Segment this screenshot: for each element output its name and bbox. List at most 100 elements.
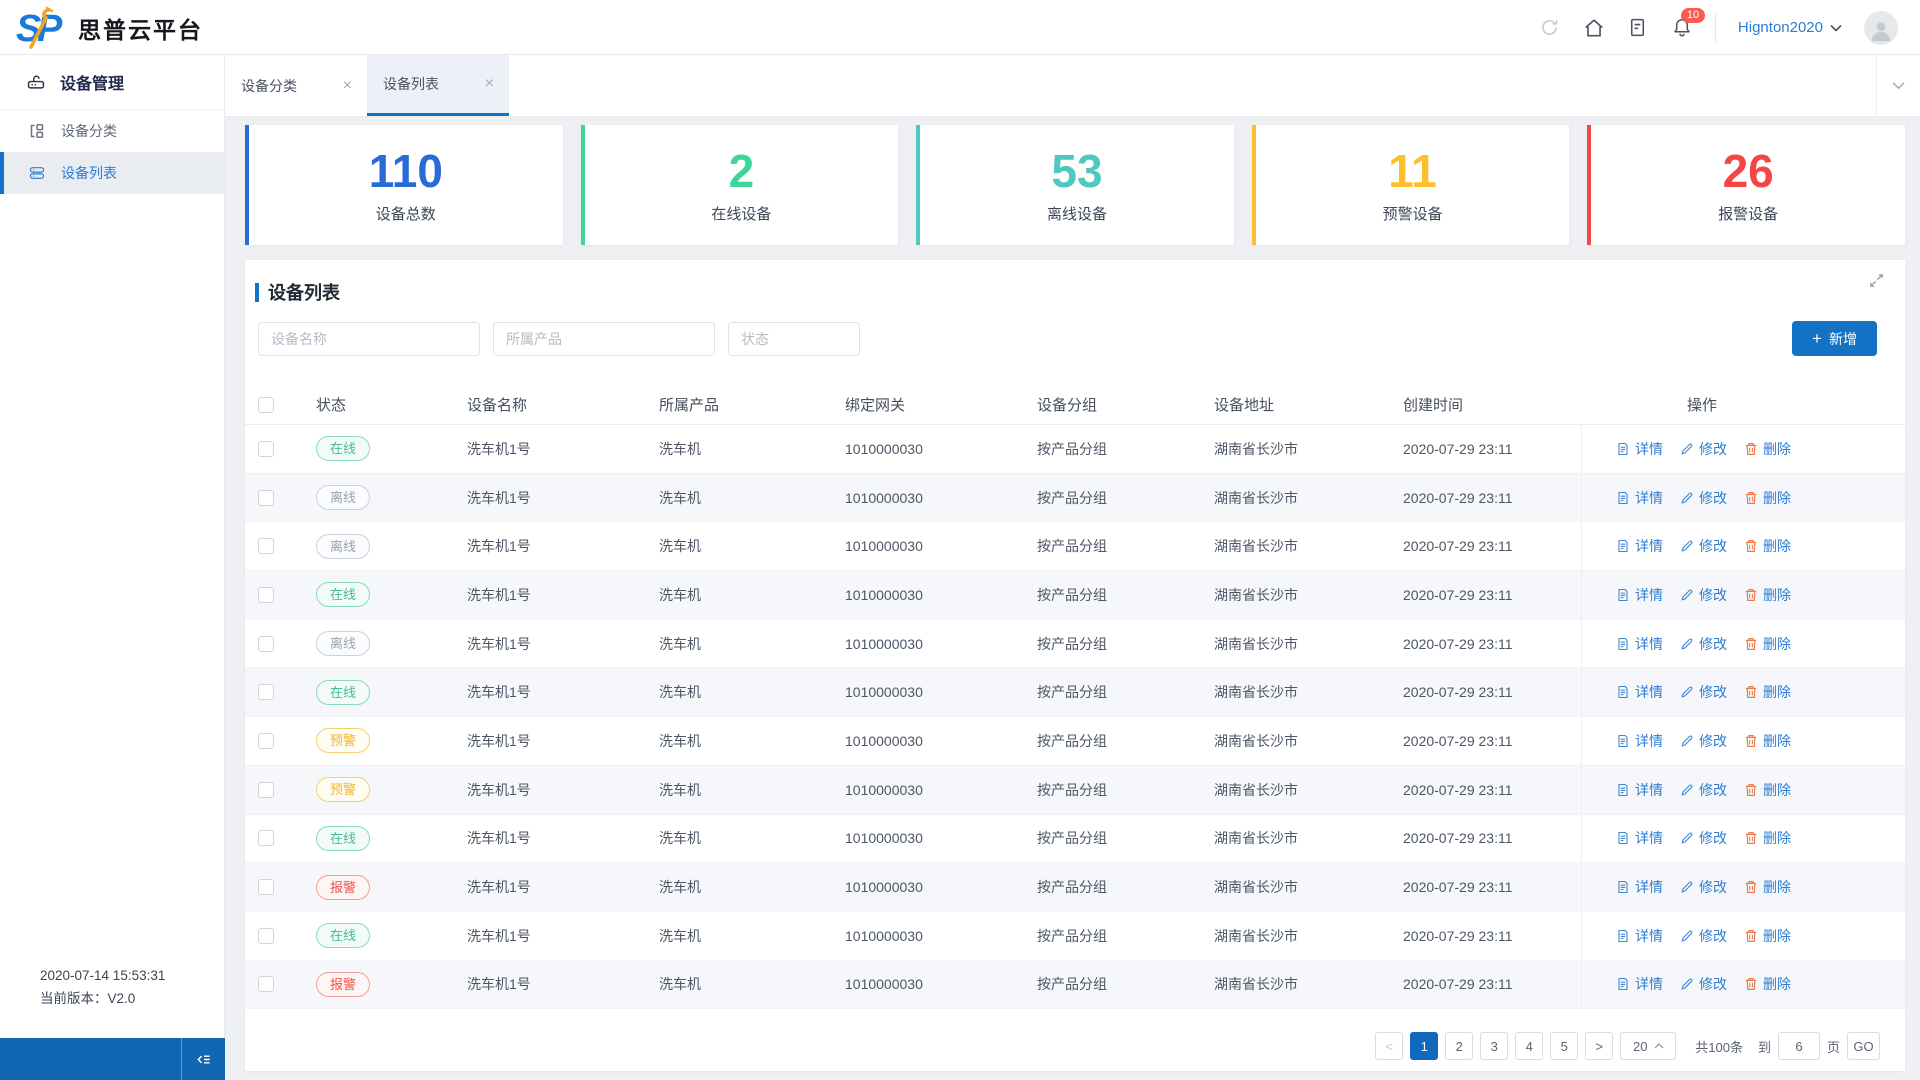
product-filter-input[interactable] (493, 321, 715, 356)
edit-link[interactable]: 修改 (1680, 682, 1727, 702)
detail-link[interactable]: 详情 (1616, 585, 1663, 605)
document-icon[interactable] (1627, 17, 1649, 39)
row-checkbox[interactable] (245, 586, 316, 603)
expand-icon[interactable] (1868, 272, 1885, 294)
detail-link[interactable]: 详情 (1616, 536, 1663, 556)
close-icon[interactable]: × (485, 75, 494, 93)
delete-link[interactable]: 删除 (1744, 536, 1791, 556)
pagination-page-5[interactable]: 5 (1550, 1032, 1579, 1060)
tab-device-list[interactable]: 设备列表 × (367, 55, 509, 116)
pagination-page-1[interactable]: 1 (1410, 1032, 1439, 1060)
table-row: 在线 洗车机1号 洗车机 1010000030 按产品分组 湖南省长沙市 202… (245, 571, 1905, 620)
device-group: 按产品分组 (1037, 684, 1107, 701)
avatar[interactable] (1864, 10, 1898, 45)
sidebar-item-device-list[interactable]: 设备列表 (0, 152, 224, 194)
pagination-page-3[interactable]: 3 (1480, 1032, 1509, 1060)
chevron-down-icon (1830, 24, 1842, 32)
device-name-filter-input[interactable] (258, 321, 480, 356)
column-header: 创建时间 (1403, 397, 1464, 414)
detail-link[interactable]: 详情 (1616, 682, 1663, 702)
detail-link[interactable]: 详情 (1616, 974, 1663, 994)
page-size-select[interactable]: 20 (1620, 1032, 1677, 1060)
user-menu[interactable]: Hignton2020 (1738, 19, 1842, 36)
row-checkbox[interactable] (245, 635, 316, 652)
delete-icon (1744, 831, 1758, 845)
edit-link[interactable]: 修改 (1680, 828, 1727, 848)
delete-link[interactable]: 删除 (1744, 682, 1791, 702)
page-jump-input[interactable]: 6 (1777, 1032, 1820, 1060)
device-group: 按产品分组 (1037, 927, 1107, 944)
device-address: 湖南省长沙市 (1214, 635, 1298, 652)
device-group: 按产品分组 (1037, 879, 1107, 896)
edit-link[interactable]: 修改 (1680, 488, 1727, 508)
detail-link[interactable]: 详情 (1616, 488, 1663, 508)
edit-link[interactable]: 修改 (1680, 780, 1727, 800)
collapse-sidebar-button[interactable] (181, 1038, 225, 1080)
row-checkbox[interactable] (245, 927, 316, 944)
select-all-checkbox[interactable] (245, 396, 316, 413)
detail-link[interactable]: 详情 (1616, 731, 1663, 751)
edit-link[interactable]: 修改 (1680, 877, 1727, 897)
pagination-next-button[interactable]: > (1585, 1032, 1614, 1060)
edit-link[interactable]: 修改 (1680, 536, 1727, 556)
device-group: 按产品分组 (1037, 732, 1107, 749)
delete-link[interactable]: 删除 (1744, 488, 1791, 508)
pagination-prev-button[interactable]: < (1375, 1032, 1404, 1060)
status-filter-input[interactable] (728, 321, 860, 356)
edit-link[interactable]: 修改 (1680, 439, 1727, 459)
detail-link[interactable]: 详情 (1616, 780, 1663, 800)
edit-link[interactable]: 修改 (1680, 974, 1727, 994)
sidebar-item-device-category[interactable]: 设备分类 (0, 110, 224, 152)
row-checkbox[interactable] (245, 538, 316, 555)
sidebar-bottom-bar (0, 1038, 225, 1080)
table-row: 离线 洗车机1号 洗车机 1010000030 按产品分组 湖南省长沙市 202… (245, 619, 1905, 669)
delete-link[interactable]: 删除 (1744, 780, 1791, 800)
row-checkbox[interactable] (245, 684, 316, 701)
row-checkbox[interactable] (245, 976, 316, 993)
tab-device-category[interactable]: 设备分类 × (225, 55, 367, 116)
edit-icon (1680, 685, 1694, 699)
pagination-page-4[interactable]: 4 (1515, 1032, 1544, 1060)
row-checkbox[interactable] (245, 732, 316, 749)
product-name: 洗车机 (659, 830, 701, 847)
table-row: 预警 洗车机1号 洗车机 1010000030 按产品分组 湖南省长沙市 202… (245, 717, 1905, 766)
row-checkbox[interactable] (245, 489, 316, 506)
detail-icon (1616, 783, 1630, 797)
row-checkbox[interactable] (245, 879, 316, 896)
detail-link[interactable]: 详情 (1616, 439, 1663, 459)
add-device-button[interactable]: + 新增 (1792, 321, 1877, 356)
edit-link[interactable]: 修改 (1680, 585, 1727, 605)
product-name: 洗车机 (659, 538, 701, 555)
edit-link[interactable]: 修改 (1680, 926, 1727, 946)
detail-link[interactable]: 详情 (1616, 634, 1663, 654)
row-checkbox[interactable] (245, 781, 316, 798)
detail-link[interactable]: 详情 (1616, 926, 1663, 946)
table-row: 离线 洗车机1号 洗车机 1010000030 按产品分组 湖南省长沙市 202… (245, 473, 1905, 523)
detail-link[interactable]: 详情 (1616, 828, 1663, 848)
edit-link[interactable]: 修改 (1680, 634, 1727, 654)
delete-link[interactable]: 删除 (1744, 731, 1791, 751)
detail-link[interactable]: 详情 (1616, 877, 1663, 897)
refresh-icon[interactable] (1539, 17, 1561, 39)
delete-link[interactable]: 删除 (1744, 634, 1791, 654)
caret-up-icon (1654, 1043, 1663, 1049)
stat-label: 报警设备 (1718, 206, 1779, 223)
home-icon[interactable] (1583, 17, 1605, 39)
go-button[interactable]: GO (1847, 1032, 1880, 1060)
delete-link[interactable]: 删除 (1744, 585, 1791, 605)
delete-link[interactable]: 删除 (1744, 877, 1791, 897)
delete-link[interactable]: 删除 (1744, 926, 1791, 946)
device-table-body: 在线 洗车机1号 洗车机 1010000030 按产品分组 湖南省长沙市 202… (245, 425, 1905, 1010)
tab-label: 设备分类 (241, 77, 297, 94)
delete-link[interactable]: 删除 (1744, 828, 1791, 848)
row-checkbox[interactable] (245, 440, 316, 457)
row-checkbox[interactable] (245, 830, 316, 847)
tab-options-button[interactable] (1876, 55, 1920, 116)
device-group: 按产品分组 (1037, 830, 1107, 847)
bell-icon[interactable]: 10 (1671, 7, 1706, 39)
delete-link[interactable]: 删除 (1744, 974, 1791, 994)
pagination-page-2[interactable]: 2 (1445, 1032, 1474, 1060)
close-icon[interactable]: × (343, 77, 352, 95)
edit-link[interactable]: 修改 (1680, 731, 1727, 751)
delete-link[interactable]: 删除 (1744, 439, 1791, 459)
